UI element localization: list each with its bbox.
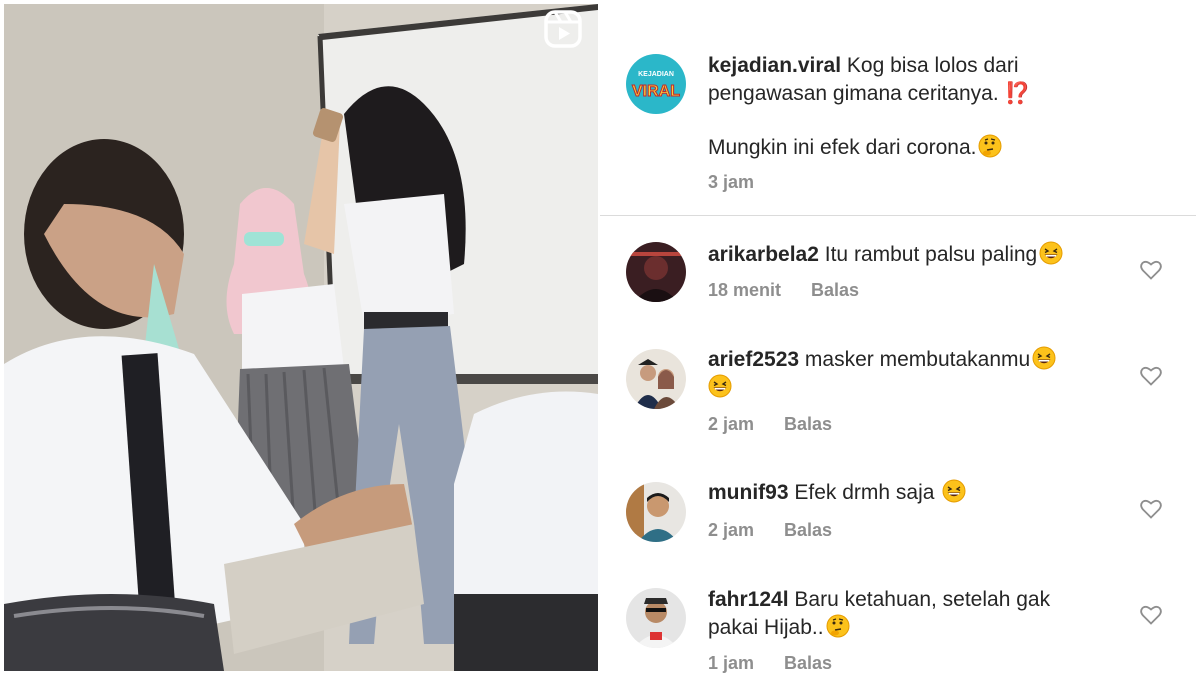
comment-body: Efek drmh saja bbox=[794, 481, 935, 504]
comment-username[interactable]: fahr124l bbox=[708, 588, 789, 611]
comment-body-line2: pakai Hijab.. bbox=[708, 616, 824, 639]
post-caption: KEJADIAN VIRAL kejadian.viral Kog bisa l… bbox=[600, 0, 1200, 216]
grinning-squinting-face-icon bbox=[1032, 346, 1056, 370]
caption-username[interactable]: kejadian.viral bbox=[708, 54, 841, 77]
caption-line1: Kog bisa lolos dari bbox=[846, 54, 1019, 77]
reply-button[interactable]: Balas bbox=[784, 653, 832, 673]
caption-line2: pengawasan gimana ceritanya. ⁉️ bbox=[708, 82, 1031, 105]
comment-time: 2 jam bbox=[708, 414, 755, 434]
avatar-arief2523[interactable] bbox=[626, 349, 686, 409]
comment-meta: 2 jam Balas bbox=[708, 414, 832, 435]
like-heart-icon[interactable] bbox=[1140, 260, 1162, 280]
comment-body: Itu rambut palsu paling bbox=[824, 243, 1038, 266]
caption-text-second: Mungkin ini efek dari corona. bbox=[708, 134, 1128, 162]
grinning-squinting-face-icon bbox=[942, 479, 966, 503]
comment-username[interactable]: arikarbela2 bbox=[708, 243, 819, 266]
comment-time: 18 menit bbox=[708, 280, 782, 300]
comment-meta: 2 jam Balas bbox=[708, 520, 832, 541]
comment-body: Baru ketahuan, setelah gak bbox=[794, 588, 1051, 611]
avatar-fahr124l[interactable] bbox=[626, 588, 686, 648]
reply-button[interactable]: Balas bbox=[811, 280, 859, 300]
comment-time: 1 jam bbox=[708, 653, 755, 673]
grinning-squinting-face-icon bbox=[708, 374, 732, 398]
like-heart-icon[interactable] bbox=[1140, 366, 1162, 386]
comments-panel: KEJADIAN VIRAL kejadian.viral Kog bisa l… bbox=[600, 0, 1200, 675]
thinking-face-icon bbox=[826, 614, 850, 638]
like-heart-icon[interactable] bbox=[1140, 605, 1162, 625]
like-heart-icon[interactable] bbox=[1140, 499, 1162, 519]
reply-button[interactable]: Balas bbox=[784, 414, 832, 434]
reels-icon[interactable] bbox=[544, 10, 582, 48]
comment-text: fahr124l Baru ketahuan, setelah gak paka… bbox=[708, 586, 1128, 642]
caption-time: 3 jam bbox=[708, 172, 755, 192]
grinning-squinting-face-icon bbox=[1039, 241, 1063, 265]
comment-username[interactable]: munif93 bbox=[708, 481, 789, 504]
comment-text: munif93 Efek drmh saja bbox=[708, 479, 1128, 507]
comment-meta: 1 jam Balas bbox=[708, 653, 832, 674]
thinking-face-icon bbox=[978, 134, 1002, 158]
comment-time: 2 jam bbox=[708, 520, 755, 540]
comment-text: arikarbela2 Itu rambut palsu paling bbox=[708, 241, 1128, 269]
comment-text: arief2523 masker membutakanmu bbox=[708, 346, 1128, 402]
classroom-scene bbox=[4, 4, 598, 671]
comment-username[interactable]: arief2523 bbox=[708, 348, 799, 371]
reply-button[interactable]: Balas bbox=[784, 520, 832, 540]
caption-line3: Mungkin ini efek dari corona. bbox=[708, 136, 977, 159]
comment-body: masker membutakanmu bbox=[804, 348, 1031, 371]
avatar-kejadian-viral[interactable]: KEJADIAN VIRAL bbox=[626, 54, 686, 114]
video-frame[interactable] bbox=[4, 4, 598, 671]
svg-text:VIRAL: VIRAL bbox=[632, 83, 680, 100]
avatar-munif93[interactable] bbox=[626, 482, 686, 542]
caption-divider bbox=[600, 215, 1196, 216]
caption-text: kejadian.viral Kog bisa lolos dari penga… bbox=[708, 52, 1128, 108]
avatar-arikarbela2[interactable] bbox=[626, 242, 686, 302]
svg-text:KEJADIAN: KEJADIAN bbox=[638, 71, 674, 78]
comment-meta: 18 menit Balas bbox=[708, 280, 859, 301]
